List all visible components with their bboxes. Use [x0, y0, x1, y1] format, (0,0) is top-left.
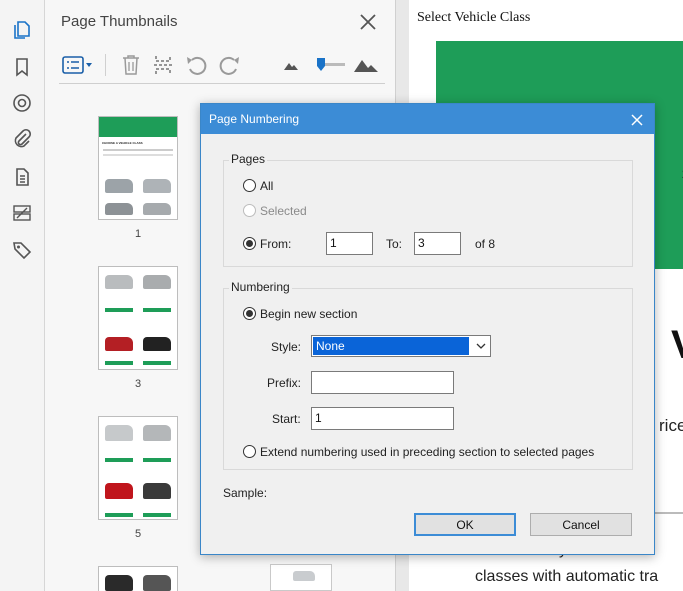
panel-title: Page Thumbnails	[61, 13, 178, 30]
thumbnail-size-slider[interactable]	[313, 52, 347, 78]
thumbnails-toolbar	[59, 46, 385, 84]
pages-group-title: Pages	[229, 152, 268, 166]
thumbnail-caption: CHOOSE A VEHICLE CLASS	[102, 141, 143, 145]
begin-new-section-label[interactable]: Begin new section	[260, 307, 357, 321]
selected-pages-label: Selected	[260, 204, 307, 218]
tag-icon[interactable]	[8, 236, 36, 264]
dialog-titlebar[interactable]: Page Numbering	[201, 104, 654, 134]
page-count-label: of 8	[475, 237, 496, 251]
thumbnail-page-number: 5	[134, 528, 142, 540]
page-numbering-dialog: Page Numbering Pages All Selected From: …	[200, 103, 655, 555]
start-label: Start:	[272, 412, 301, 426]
zoom-out-thumbnails-icon[interactable]	[281, 52, 301, 78]
sample-label: Sample:	[223, 486, 268, 500]
from-page-input[interactable]: 1	[326, 232, 373, 255]
start-input[interactable]: 1	[311, 407, 454, 430]
insert-pages-icon[interactable]	[151, 52, 175, 78]
thumbnail-page-number: 3	[134, 378, 142, 390]
page-thumbnail[interactable]	[98, 266, 178, 370]
page-thumbnail[interactable]	[98, 566, 178, 591]
delete-icon[interactable]	[119, 52, 143, 78]
from-range-radio[interactable]	[243, 237, 256, 250]
selected-pages-radio	[243, 204, 256, 217]
thumbnail-page-number: 1	[134, 228, 142, 240]
prefix-label: Prefix:	[267, 376, 302, 390]
style-selected-value: None	[313, 337, 469, 355]
rotate-left-icon[interactable]	[183, 52, 209, 78]
from-label[interactable]: From:	[260, 237, 291, 251]
options-menu-icon[interactable]	[61, 52, 95, 78]
zoom-in-thumbnails-icon[interactable]	[351, 52, 381, 78]
navigation-rail	[0, 0, 45, 591]
text-fragment: rice	[659, 416, 683, 435]
pages-icon[interactable]	[8, 16, 36, 44]
close-icon[interactable]	[357, 11, 379, 33]
to-page-input[interactable]: 3	[414, 232, 461, 255]
page-thumbnail[interactable]	[270, 564, 332, 591]
numbering-group-title: Numbering	[229, 280, 292, 294]
page-thumbnail[interactable]	[98, 416, 178, 520]
rotate-right-icon[interactable]	[217, 52, 243, 78]
to-label: To:	[386, 237, 403, 251]
document-icon[interactable]	[8, 163, 36, 191]
page-thumbnail[interactable]: CHOOSE A VEHICLE CLASS	[98, 116, 178, 220]
close-icon[interactable]	[627, 110, 647, 130]
all-pages-label[interactable]: All	[260, 179, 273, 193]
style-select[interactable]: None	[311, 335, 491, 357]
extend-numbering-radio[interactable]	[243, 445, 256, 458]
body-text-line: classes with automatic tra	[475, 568, 659, 585]
ok-button[interactable]: OK	[414, 513, 516, 536]
dialog-title: Page Numbering	[209, 112, 300, 126]
large-heading-fragment: V	[671, 323, 683, 368]
attachment-icon[interactable]	[8, 125, 36, 153]
chevron-down-icon[interactable]	[472, 336, 490, 356]
compare-icon[interactable]	[8, 199, 36, 227]
style-label: Style:	[271, 340, 302, 354]
bookmark-icon[interactable]	[8, 53, 36, 81]
begin-new-section-radio[interactable]	[243, 307, 256, 320]
layers-icon[interactable]	[8, 89, 36, 117]
all-pages-radio[interactable]	[243, 179, 256, 192]
page-heading: Select Vehicle Class	[417, 10, 531, 25]
extend-numbering-label[interactable]: Extend numbering used in preceding secti…	[260, 445, 594, 459]
cancel-button[interactable]: Cancel	[530, 513, 632, 536]
prefix-input[interactable]	[311, 371, 454, 394]
